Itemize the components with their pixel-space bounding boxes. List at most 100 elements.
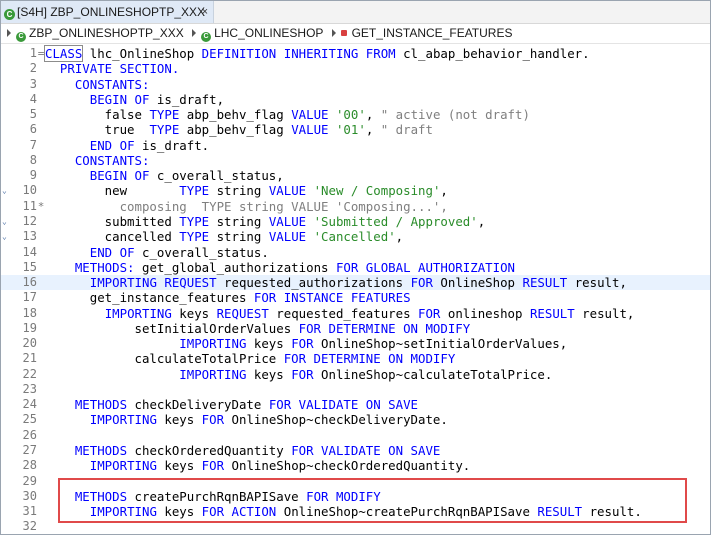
code-line[interactable]: ⌄ 12 submitted TYPE string VALUE 'Submitt…	[1, 214, 710, 229]
highlight-box	[58, 478, 687, 523]
code-line[interactable]: 14 END OF c_overall_status.	[1, 245, 710, 260]
breadcrumb-item-local-class[interactable]: LHC_ONLINESHOP	[214, 26, 323, 40]
code-line[interactable]: 6 true TYPE abp_behv_flag VALUE '01', " …	[1, 122, 710, 137]
code-line[interactable]: 21 calculateTotalPrice FOR DETERMINE ON …	[1, 351, 710, 366]
tab-zbp-onlineshoptp[interactable]: C [S4H] ZBP_ONLINESHOPTP_XXX ×	[1, 1, 214, 23]
code-line[interactable]: 18 IMPORTING keys REQUEST requested_feat…	[1, 306, 710, 321]
line-number: 11	[22, 198, 37, 213]
code-line[interactable]: ⌄ 13 cancelled TYPE string VALUE 'Cancell…	[1, 229, 710, 244]
keyword: TYPE	[179, 213, 210, 229]
keyword: IMPORTING REQUEST	[89, 275, 217, 291]
code-line[interactable]: 9 BEGIN OF c_overall_status,	[1, 168, 710, 183]
code-text: BEGIN OF c_overall_status,	[45, 168, 284, 183]
identifier	[45, 168, 90, 183]
line-number: 14	[22, 244, 37, 259]
code-line[interactable]: 7 END OF is_draft.	[1, 138, 710, 153]
code-line[interactable]: 19 setInitialOrderValues FOR DETERMINE O…	[1, 321, 710, 336]
identifier: string	[209, 213, 269, 229]
code-line[interactable]: 5 false TYPE abp_behv_flag VALUE '00', "…	[1, 107, 710, 122]
string-literal: '01'	[335, 122, 366, 138]
string-literal: '00'	[335, 107, 366, 123]
code-line[interactable]: 27 METHODS checkOrderedQuantity FOR VALI…	[1, 443, 710, 458]
code-text: IMPORTING keys FOR OnlineShop~checkDeliv…	[45, 412, 448, 427]
code-line[interactable]: ⌄ 10 new TYPE string VALUE 'New / Composi…	[1, 183, 710, 198]
identifier: keys	[156, 412, 202, 428]
line-number: 8	[29, 152, 37, 167]
code-line[interactable]: 15 METHODS: get_global_authorizations FO…	[1, 260, 710, 275]
identifier: abp_behv_flag	[179, 107, 292, 123]
keyword: TYPE	[179, 183, 210, 199]
line-number: 19	[22, 320, 37, 335]
code-text: submitted TYPE string VALUE 'Submitted /…	[45, 213, 486, 229]
string-literal: 'New / Composing'	[313, 183, 441, 199]
keyword: VALUE	[291, 107, 329, 123]
identifier: OnlineShop~calculateTotalPrice.	[313, 366, 553, 382]
line-number: 15	[22, 259, 37, 274]
code-text: calculateTotalPrice FOR DETERMINE ON MOD…	[45, 351, 456, 366]
string-literal: 'Cancelled'	[313, 229, 396, 245]
code-text: IMPORTING keys FOR OnlineShop~setInitial…	[45, 336, 567, 351]
line-number: 29	[22, 473, 37, 488]
identifier: onlineshop	[440, 305, 530, 321]
keyword: VALUE	[268, 213, 307, 229]
code-text: get_instance_features FOR INSTANCE FEATU…	[45, 290, 411, 305]
identifier: keys	[246, 336, 292, 352]
code-text: END OF c_overall_status.	[45, 245, 269, 260]
code-line[interactable]: 25 IMPORTING keys FOR OnlineShop~checkDe…	[1, 412, 710, 427]
breadcrumb-item-class[interactable]: ZBP_ONLINESHOPTP_XXX	[29, 26, 184, 40]
identifier: keys	[156, 458, 202, 474]
keyword: RESULT	[529, 305, 575, 321]
tab-title: [S4H] ZBP_ONLINESHOPTP_XXX	[17, 5, 206, 19]
comment: composing TYPE string VALUE 'Composing..…	[45, 198, 448, 214]
identifier	[45, 77, 75, 92]
line-number: 10	[22, 183, 37, 198]
code-editor[interactable]: 1 = CLASS lhc_OnlineShop DEFINITION INHERI…	[1, 44, 710, 534]
line-number: 23	[22, 381, 37, 396]
close-icon[interactable]: ×	[202, 1, 208, 23]
identifier: ,	[440, 183, 448, 199]
identifier	[45, 336, 179, 351]
code-line[interactable]: 24 METHODS checkDeliveryDate FOR VALIDAT…	[1, 397, 710, 412]
identifier	[45, 138, 90, 153]
code-line[interactable]: 28 IMPORTING keys FOR OnlineShop~checkOr…	[1, 458, 710, 473]
code-line[interactable]: 4 BEGIN OF is_draft,	[1, 92, 710, 107]
line-number: 3	[29, 76, 37, 91]
line-number: 27	[22, 443, 37, 458]
code-line[interactable]: 8 CONSTANTS:	[1, 153, 710, 168]
code-line[interactable]: 17 get_instance_features FOR INSTANCE FE…	[1, 290, 710, 305]
line-number: 20	[22, 336, 37, 351]
identifier: cl_abap_behavior_handler.	[395, 46, 590, 61]
identifier	[45, 397, 75, 412]
identifier	[45, 61, 60, 76]
line-number: 6	[29, 122, 37, 137]
line-number: 30	[22, 488, 37, 503]
code-line[interactable]: 26	[1, 428, 710, 443]
line-number: 2	[29, 61, 37, 76]
code-line[interactable]: 1 = CLASS lhc_OnlineShop DEFINITION INHERI…	[1, 45, 710, 62]
identifier: keys	[246, 366, 292, 382]
chevron-right-icon	[192, 29, 197, 37]
code-line[interactable]: 2 PRIVATE SECTION.	[1, 61, 710, 76]
code-line[interactable]: 22 IMPORTING keys FOR OnlineShop~calcula…	[1, 367, 710, 382]
keyword: FOR VALIDATE ON SAVE	[268, 397, 419, 413]
breadcrumb: C ZBP_ONLINESHOPTP_XXX C LHC_ONLINESHOP GE…	[1, 24, 710, 44]
line-number: 22	[22, 366, 37, 381]
method-icon	[340, 30, 347, 36]
identifier	[45, 458, 90, 473]
identifier: abp_behv_flag	[179, 122, 292, 138]
identifier: ,	[365, 122, 381, 138]
code-line[interactable]: 11 * composing TYPE string VALUE 'Composi…	[1, 199, 710, 214]
line-number: 24	[22, 397, 37, 412]
code-line[interactable]: 16 IMPORTING REQUEST requested_authoriza…	[1, 275, 710, 291]
breadcrumb-item-method[interactable]: GET_INSTANCE_FEATURES	[352, 26, 513, 40]
code-text: IMPORTING keys FOR OnlineShop~checkOrder…	[45, 458, 470, 473]
keyword: FOR VALIDATE ON SAVE	[291, 443, 441, 459]
code-line[interactable]: 23	[1, 382, 710, 397]
line-number: 12	[22, 213, 37, 228]
local-class-icon: C	[201, 32, 212, 42]
code-line[interactable]: 20 IMPORTING keys FOR OnlineShop~setInit…	[1, 336, 710, 351]
code-text: composing TYPE string VALUE 'Composing..…	[45, 199, 448, 214]
keyword: DEFINITION INHERITING FROM	[201, 46, 396, 61]
identifier: get_global_authorizations	[134, 259, 336, 275]
code-line[interactable]: 3 CONSTANTS:	[1, 77, 710, 92]
